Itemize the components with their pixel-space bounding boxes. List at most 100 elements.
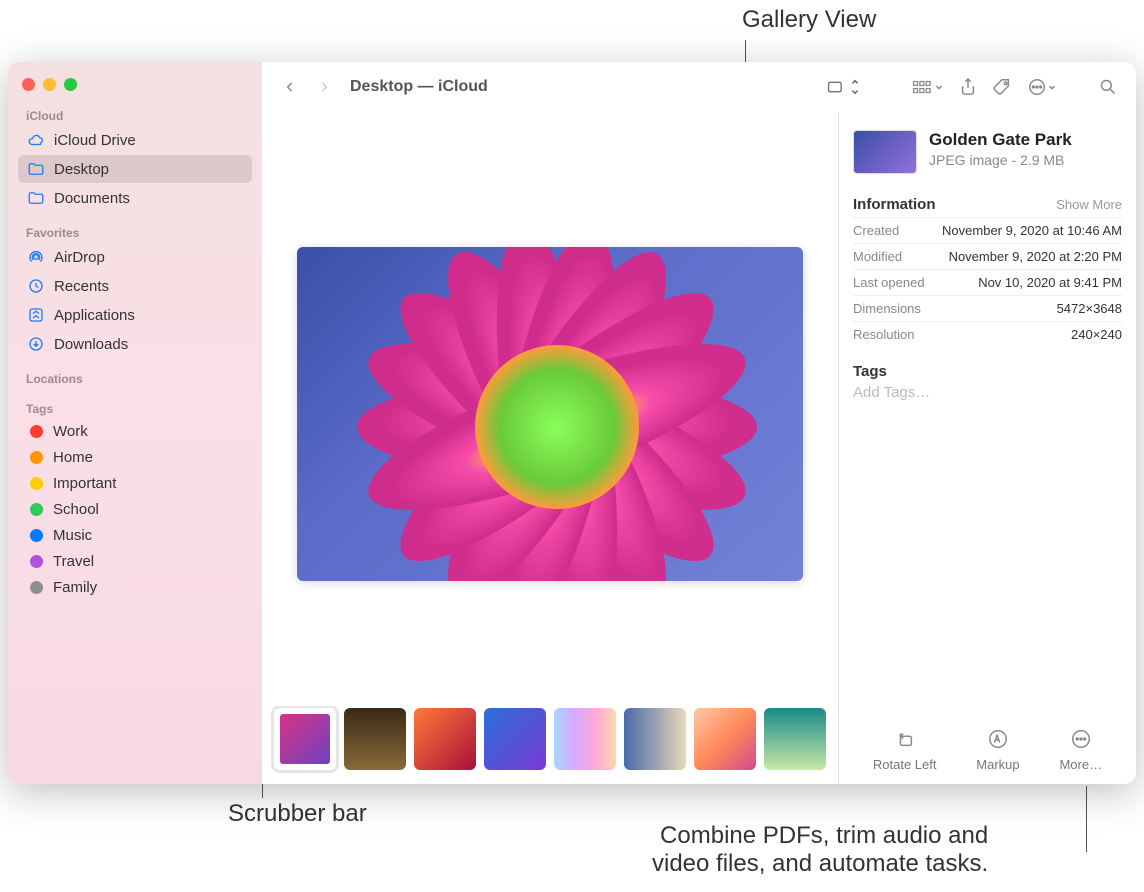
folder-icon: [26, 159, 46, 179]
file-title: Golden Gate Park: [929, 130, 1072, 150]
callout-more: Combine PDFs, trim audio and video files…: [652, 822, 988, 878]
info-key: Created: [853, 223, 899, 238]
preview-image[interactable]: [297, 247, 803, 581]
sidebar-label: AirDrop: [54, 249, 105, 266]
info-value: November 9, 2020 at 10:46 AM: [942, 223, 1122, 238]
tag-label: Music: [53, 527, 92, 544]
sidebar-tag-travel[interactable]: Travel: [18, 549, 252, 574]
info-key: Resolution: [853, 327, 914, 342]
view-gallery-button[interactable]: [822, 73, 866, 101]
scrubber-thumbnail[interactable]: [624, 708, 686, 770]
tag-dot-icon: [30, 451, 43, 464]
tag-button[interactable]: [988, 73, 1016, 101]
tag-dot-icon: [30, 425, 43, 438]
info-row: Dimensions 5472×3648: [853, 295, 1122, 321]
info-heading: Information: [853, 196, 936, 213]
back-button[interactable]: [276, 73, 304, 101]
action-menu-button[interactable]: [1022, 73, 1062, 101]
sidebar-tag-important[interactable]: Important: [18, 471, 252, 496]
sidebar-label: Recents: [54, 278, 109, 295]
folder-icon: [26, 188, 46, 208]
main-area: Desktop — iCloud: [262, 62, 1136, 784]
sidebar-tag-family[interactable]: Family: [18, 575, 252, 600]
apps-icon: [26, 305, 46, 325]
action-label: Rotate Left: [873, 757, 937, 772]
info-value: Nov 10, 2020 at 9:41 PM: [978, 275, 1122, 290]
action-label: Markup: [976, 757, 1019, 772]
scrubber-thumbnail[interactable]: [484, 708, 546, 770]
finder-window: iCloud iCloud Drive Desktop Documents Fa…: [8, 62, 1136, 784]
scrubber-thumbnail[interactable]: [414, 708, 476, 770]
callout-line: [1086, 786, 1087, 852]
traffic-lights: [18, 74, 252, 105]
info-row: Modified November 9, 2020 at 2:20 PM: [853, 243, 1122, 269]
info-key: Dimensions: [853, 301, 921, 316]
scrubber-thumbnail[interactable]: [274, 708, 336, 770]
tag-label: Family: [53, 579, 97, 596]
sidebar-item-applications[interactable]: Applications: [18, 301, 252, 329]
rotate-icon: [893, 727, 917, 751]
more-actions-button[interactable]: More…: [1059, 727, 1102, 772]
scrubber-thumbnail[interactable]: [554, 708, 616, 770]
group-by-button[interactable]: [908, 73, 948, 101]
preview-area: [262, 112, 838, 706]
markup-button[interactable]: Markup: [976, 727, 1019, 772]
scrubber-thumbnail[interactable]: [764, 708, 826, 770]
tags-heading: Tags: [853, 363, 1122, 380]
zoom-button[interactable]: [64, 78, 77, 91]
share-button[interactable]: [954, 73, 982, 101]
section-icloud: iCloud: [18, 105, 252, 125]
sidebar-tag-school[interactable]: School: [18, 497, 252, 522]
sidebar-item-airdrop[interactable]: AirDrop: [18, 243, 252, 271]
sidebar-label: Desktop: [54, 161, 109, 178]
tag-label: Home: [53, 449, 93, 466]
sidebar-tag-home[interactable]: Home: [18, 445, 252, 470]
info-value: 240×240: [1071, 327, 1122, 342]
tag-label: Work: [53, 423, 88, 440]
info-value: November 9, 2020 at 2:20 PM: [949, 249, 1122, 264]
rotate-left-button[interactable]: Rotate Left: [873, 727, 937, 772]
sidebar-label: Documents: [54, 190, 130, 207]
tag-dot-icon: [30, 477, 43, 490]
clock-icon: [26, 276, 46, 296]
sidebar-item-icloud-drive[interactable]: iCloud Drive: [18, 126, 252, 154]
inspector-thumbnail: [853, 130, 917, 174]
sidebar-item-recents[interactable]: Recents: [18, 272, 252, 300]
inspector-panel: Golden Gate Park JPEG image - 2.9 MB Inf…: [838, 112, 1136, 784]
tag-label: Travel: [53, 553, 94, 570]
scrubber-bar[interactable]: [262, 706, 838, 784]
gallery-view: [262, 112, 838, 784]
more-icon: [1069, 727, 1093, 751]
info-row: Last opened Nov 10, 2020 at 9:41 PM: [853, 269, 1122, 295]
search-button[interactable]: [1094, 73, 1122, 101]
tags-input[interactable]: Add Tags…: [853, 384, 1122, 401]
scrubber-thumbnail[interactable]: [344, 708, 406, 770]
info-key: Modified: [853, 249, 902, 264]
info-row: Created November 9, 2020 at 10:46 AM: [853, 217, 1122, 243]
action-label: More…: [1059, 757, 1102, 772]
airdrop-icon: [26, 247, 46, 267]
callout-scrubber: Scrubber bar: [228, 800, 367, 828]
sidebar-item-desktop[interactable]: Desktop: [18, 155, 252, 183]
tag-label: School: [53, 501, 99, 518]
sidebar-tag-music[interactable]: Music: [18, 523, 252, 548]
sidebar-label: Downloads: [54, 336, 128, 353]
info-row: Resolution 240×240: [853, 321, 1122, 347]
tag-dot-icon: [30, 529, 43, 542]
sidebar: iCloud iCloud Drive Desktop Documents Fa…: [8, 62, 262, 784]
cloud-icon: [26, 130, 46, 150]
minimize-button[interactable]: [43, 78, 56, 91]
sidebar-item-documents[interactable]: Documents: [18, 184, 252, 212]
info-value: 5472×3648: [1057, 301, 1122, 316]
forward-button[interactable]: [310, 73, 338, 101]
close-button[interactable]: [22, 78, 35, 91]
sidebar-tag-work[interactable]: Work: [18, 419, 252, 444]
show-more-button[interactable]: Show More: [1056, 197, 1122, 212]
file-subtitle: JPEG image - 2.9 MB: [929, 152, 1072, 168]
sidebar-label: Applications: [54, 307, 135, 324]
info-key: Last opened: [853, 275, 925, 290]
section-locations: Locations: [18, 368, 252, 388]
section-tags: Tags: [18, 398, 252, 418]
sidebar-item-downloads[interactable]: Downloads: [18, 330, 252, 358]
scrubber-thumbnail[interactable]: [694, 708, 756, 770]
